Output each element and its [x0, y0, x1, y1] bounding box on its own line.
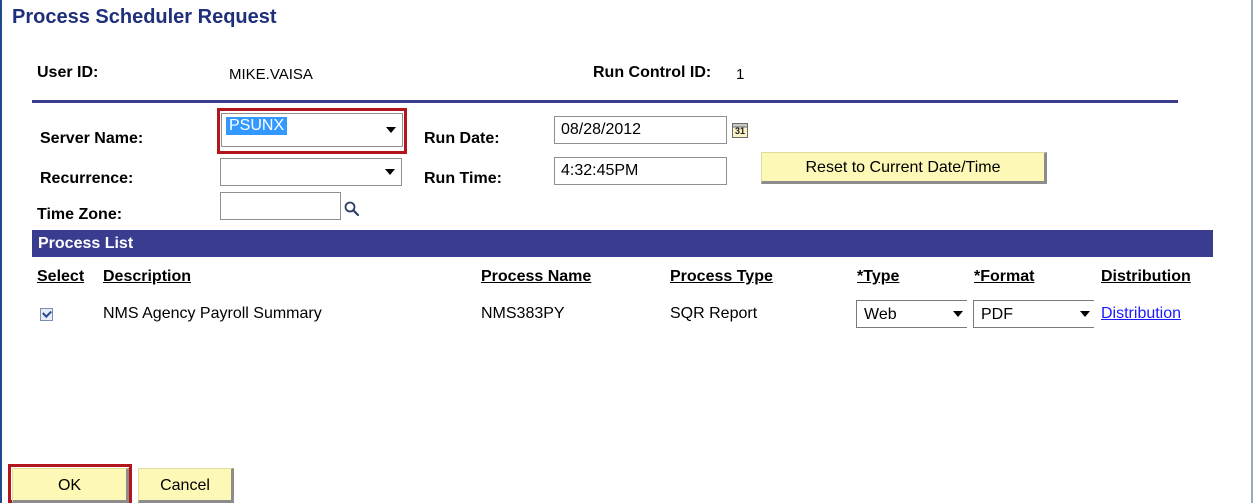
row-process-name: NMS383PY — [481, 305, 565, 322]
chevron-down-icon — [953, 311, 963, 317]
process-list-header: Process List — [32, 230, 1213, 257]
distribution-link[interactable]: Distribution — [1101, 305, 1181, 323]
format-select[interactable]: PDF — [973, 300, 1094, 328]
format-selected-value: PDF — [981, 306, 1013, 323]
row-process-type: SQR Report — [670, 305, 758, 322]
type-select[interactable]: Web — [856, 300, 967, 328]
calendar-icon-text: 31 — [735, 126, 746, 136]
reset-date-time-button[interactable]: Reset to Current Date/Time — [761, 152, 1047, 184]
window-frame-left — [0, 0, 2, 503]
calendar-icon[interactable]: 31 — [732, 122, 748, 138]
user-id-value: MIKE.VAISA — [229, 66, 313, 83]
chevron-down-icon — [385, 169, 395, 175]
checkmark-icon — [42, 308, 52, 318]
run-date-input[interactable]: 08/28/2012 — [554, 116, 727, 144]
type-selected-value: Web — [864, 306, 897, 323]
cancel-button[interactable]: Cancel — [138, 468, 234, 503]
server-name-label: Server Name: — [40, 130, 144, 147]
server-name-select[interactable]: PSUNX — [221, 113, 403, 147]
ok-button[interactable]: OK — [12, 468, 129, 503]
run-date-label: Run Date: — [424, 130, 500, 147]
header-divider — [32, 100, 1178, 103]
server-name-selected-value: PSUNX — [226, 117, 288, 135]
run-control-id-value: 1 — [736, 66, 745, 83]
column-header-distribution: Distribution — [1101, 268, 1191, 285]
row-description: NMS Agency Payroll Summary — [103, 305, 322, 322]
column-header-description: Description — [103, 268, 192, 285]
table-row: NMS Agency Payroll Summary NMS383PY SQR … — [0, 296, 1253, 332]
chevron-down-icon — [386, 127, 396, 133]
user-id-label: User ID: — [37, 64, 99, 81]
run-time-input[interactable]: 4:32:45PM — [554, 157, 727, 185]
chevron-down-icon — [1080, 311, 1090, 317]
page-title: Process Scheduler Request — [12, 6, 277, 28]
recurrence-label: Recurrence: — [40, 170, 134, 187]
run-time-label: Run Time: — [424, 170, 502, 187]
select-checkbox[interactable] — [40, 308, 53, 321]
run-control-id-label: Run Control ID: — [593, 64, 712, 81]
column-header-format: *Format — [974, 268, 1035, 285]
search-icon[interactable] — [344, 201, 360, 217]
recurrence-select[interactable] — [220, 158, 402, 186]
column-header-process-type: Process Type — [670, 268, 773, 285]
time-zone-label: Time Zone: — [37, 206, 123, 223]
time-zone-input[interactable] — [220, 192, 341, 220]
column-header-type: *Type — [857, 268, 900, 285]
column-header-process-name: Process Name — [481, 268, 592, 285]
column-header-select: Select — [37, 268, 85, 285]
